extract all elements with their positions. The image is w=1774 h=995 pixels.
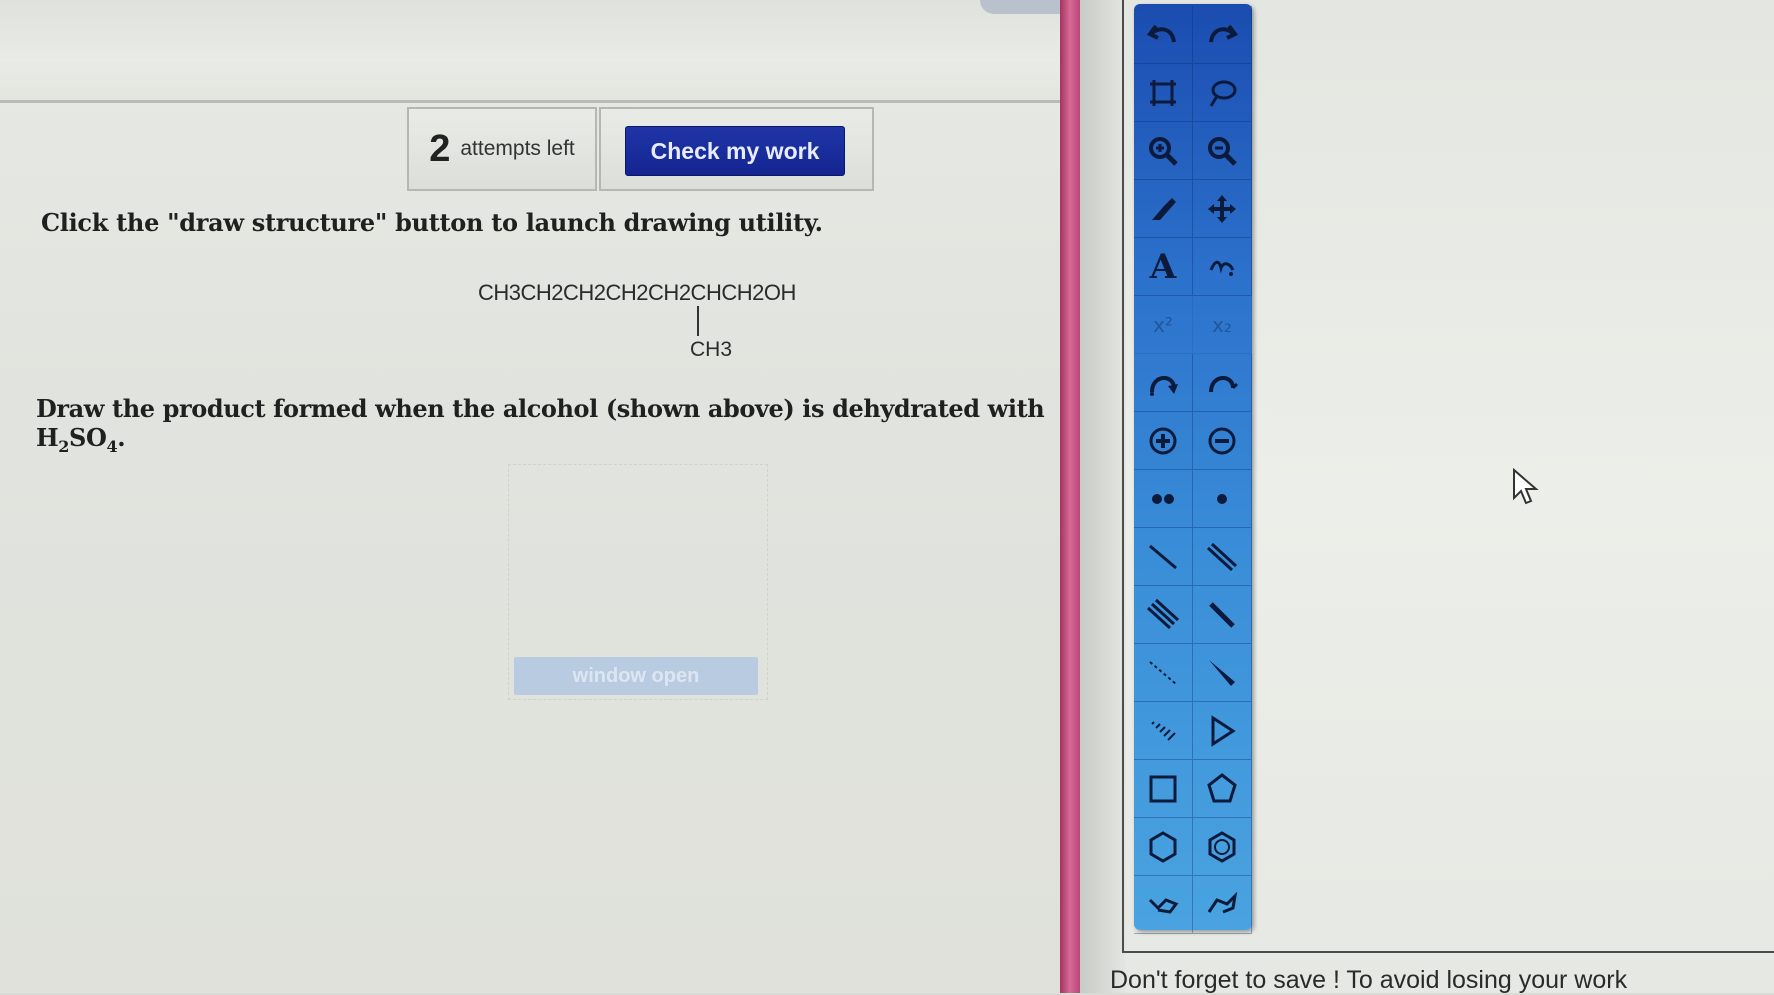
question-period: . (117, 423, 126, 452)
single-bond-icon[interactable] (1134, 528, 1193, 586)
pentagon-icon[interactable] (1193, 760, 1252, 818)
top-tab (980, 0, 1060, 14)
chair-right-icon[interactable] (1193, 876, 1252, 934)
positive-charge-icon[interactable] (1134, 412, 1193, 470)
question-so: SO (69, 423, 107, 452)
save-reminder-text: Don't forget to save ! To avoid losing y… (1110, 966, 1628, 994)
wedge-bond-icon[interactable] (1193, 644, 1252, 702)
marquee-select-icon[interactable] (1134, 64, 1193, 122)
attempts-count: 2 (429, 127, 451, 170)
question-pane: 2 attempts left Check my work Click the … (0, 0, 1060, 993)
question-text: Draw the product formed when the alcohol… (36, 394, 1060, 456)
eraser-icon[interactable] (1134, 180, 1193, 238)
pane-divider (1060, 0, 1080, 993)
text-icon[interactable]: A (1134, 238, 1193, 296)
check-work-container: Check my work (599, 107, 874, 191)
lone-pair-icon[interactable] (1134, 470, 1193, 528)
curved-arrow-full-icon[interactable] (1134, 354, 1193, 412)
mouse-pointer-icon (1513, 468, 1539, 505)
triple-bond-icon[interactable] (1134, 586, 1193, 644)
superscript-label: x² (1153, 312, 1173, 337)
zoom-out-icon[interactable] (1193, 122, 1252, 180)
superscript-icon[interactable]: x² (1134, 296, 1193, 354)
benzene-icon[interactable] (1193, 818, 1252, 876)
hexagon-icon[interactable] (1134, 818, 1193, 876)
chair-left-icon[interactable] (1134, 876, 1193, 934)
attempts-label: attempts left (460, 137, 575, 160)
question-sub-4: 4 (106, 436, 118, 456)
hash-bond-icon[interactable] (1134, 702, 1193, 760)
structure-branch-bond (697, 306, 699, 336)
question-sub-2: 2 (58, 436, 70, 456)
zoom-in-icon[interactable] (1134, 122, 1193, 180)
move-icon[interactable] (1193, 180, 1252, 238)
question-text-main: Draw the product formed when the alcohol… (36, 394, 1045, 452)
curved-arrow-half-icon[interactable] (1193, 354, 1252, 412)
subscript-icon[interactable]: x₂ (1193, 296, 1252, 354)
instruction-text: Click the "draw structure" button to lau… (41, 208, 823, 237)
dashed-bond-icon[interactable] (1134, 644, 1193, 702)
lasso-select-icon[interactable] (1193, 64, 1252, 122)
template-icon[interactable] (1193, 238, 1252, 296)
negative-charge-icon[interactable] (1193, 412, 1252, 470)
undo-icon[interactable] (1134, 6, 1193, 64)
redo-icon[interactable] (1193, 6, 1252, 64)
check-my-work-button[interactable]: Check my work (625, 126, 845, 176)
text-tool-label: A (1149, 246, 1177, 287)
attempts-indicator: 2 attempts left (407, 107, 597, 191)
top-strip (0, 0, 1060, 103)
radical-icon[interactable] (1193, 470, 1252, 528)
drawing-toolbar: A x² x₂ (1134, 4, 1252, 934)
pane-gap (1080, 0, 1126, 993)
subscript-label: x₂ (1212, 312, 1232, 337)
window-open-button[interactable]: window open (514, 657, 758, 695)
bold-bond-icon[interactable] (1193, 586, 1252, 644)
double-bond-icon[interactable] (1193, 528, 1252, 586)
structure-main-chain: CH3CH2CH2CH2CH2CHCH2OH (478, 280, 796, 305)
arrow-icon[interactable] (1193, 702, 1252, 760)
square-icon[interactable] (1134, 760, 1193, 818)
structure-branch: CH3 (690, 338, 733, 361)
